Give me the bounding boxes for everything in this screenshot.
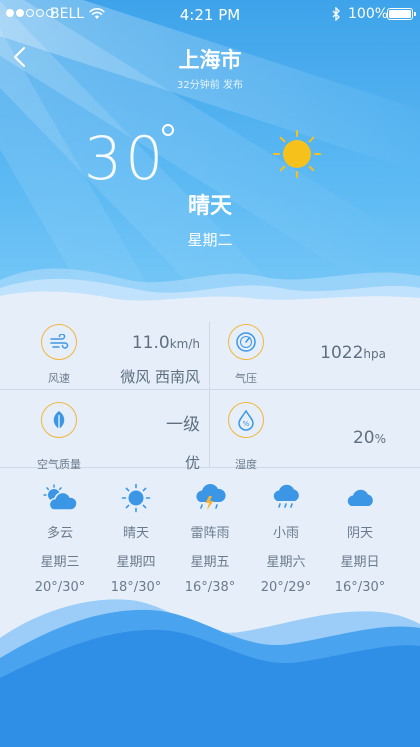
battery-icon (387, 8, 416, 20)
leaf-icon (41, 402, 77, 438)
forecast-day[interactable]: 雷阵雨 星期五 16°/38° (172, 480, 248, 595)
air-quality-level: 一级 (166, 415, 200, 435)
humidity-cell: % 湿度 20% (210, 390, 420, 471)
wind-speed: 11.0km/h (131, 333, 200, 353)
degree-symbol (162, 124, 174, 136)
sun-icon (98, 480, 174, 516)
battery-percentage: 100% (348, 6, 389, 22)
svg-text:%: % (243, 420, 250, 428)
forecast-day[interactable]: 晴天 星期四 18°/30° (98, 480, 174, 595)
current-temperature: 30 (84, 124, 167, 194)
wind-description: 微风 西南风 (120, 368, 200, 386)
forecast-day[interactable]: 小雨 星期六 20°/29° (248, 480, 324, 595)
wind-cell: 风速 11.0km/h 微风 西南风 (0, 310, 210, 389)
partly-cloudy-icon (22, 480, 98, 516)
light-rain-icon (248, 480, 324, 516)
publish-time: 32分钟前 发布 (177, 80, 243, 91)
air-quality-label: 空气质量 (37, 458, 81, 471)
sun-icon (273, 130, 321, 178)
cloud-icon (322, 480, 398, 516)
details-grid: 风速 11.0km/h 微风 西南风 气压 1022hpa 空气质量 一级 优 … (0, 310, 420, 472)
bluetooth-icon (332, 7, 340, 21)
status-bar: BELL 4:21 PM 100% (0, 0, 420, 30)
humidity-label: 湿度 (235, 458, 257, 471)
air-quality-desc: 优 (184, 454, 200, 472)
humidity-drop-icon: % (228, 402, 264, 438)
forecast-day[interactable]: 多云 星期三 20°/30° (22, 480, 98, 595)
wind-icon (41, 324, 77, 360)
pressure-value: 1022hpa (320, 343, 386, 363)
city-title: 上海市 (178, 48, 242, 72)
thunderstorm-icon (172, 480, 248, 516)
pressure-cell: 气压 1022hpa (210, 310, 420, 389)
humidity-value: 20% (352, 428, 386, 448)
bottom-wave (0, 599, 420, 747)
current-weekday: 星期二 (187, 231, 233, 249)
gauge-icon (228, 324, 264, 360)
forecast-list: 多云 星期三 20°/30° 晴天 星期四 18°/30° 雷阵雨 星期五 16… (0, 480, 420, 600)
pressure-label: 气压 (235, 372, 257, 385)
wind-label: 风速 (48, 372, 70, 385)
current-condition: 晴天 (187, 194, 232, 219)
forecast-day[interactable]: 阴天 星期日 16°/30° (322, 480, 398, 595)
air-quality-cell: 空气质量 一级 优 (0, 390, 210, 472)
